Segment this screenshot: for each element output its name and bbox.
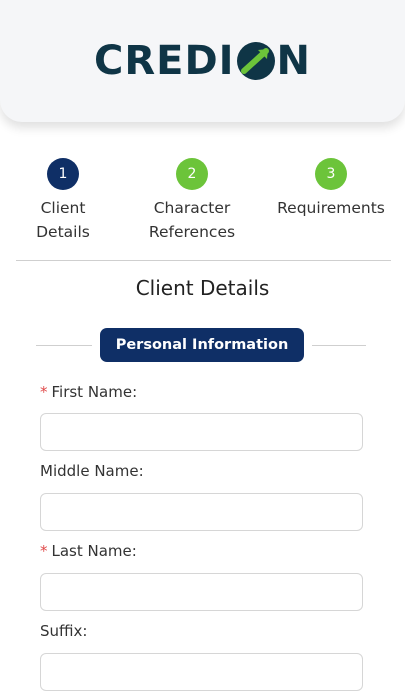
- section-divider: [16, 260, 391, 261]
- step-number: 1: [47, 158, 79, 190]
- suffix-input[interactable]: [40, 653, 363, 691]
- group-line-left: [36, 345, 92, 346]
- step-requirements[interactable]: 3 Requirements: [268, 158, 394, 220]
- group-pill-personal-information: Personal Information: [100, 328, 304, 362]
- page-title: Client Details: [135, 276, 270, 300]
- required-marker: *: [40, 383, 48, 401]
- middle-name-label: Middle Name:: [40, 462, 144, 480]
- step-client-details[interactable]: 1 Client Details: [14, 158, 112, 244]
- step-number: 2: [176, 158, 208, 190]
- o-with-arrow-icon: [236, 42, 275, 80]
- middle-name-input[interactable]: [40, 493, 363, 531]
- step-label: Requirements: [277, 199, 385, 217]
- group-line-right: [312, 345, 366, 346]
- logo-text-right: N: [276, 38, 312, 84]
- logo-text-left: CREDI: [93, 38, 235, 84]
- last-name-label-text: Last Name:: [51, 542, 137, 560]
- first-name-input[interactable]: [40, 413, 363, 451]
- step-label: Client Details: [36, 199, 90, 241]
- required-marker: *: [40, 542, 48, 560]
- step-label: Character References: [148, 199, 236, 241]
- step-character-references[interactable]: 2 Character References: [132, 158, 252, 244]
- group-header: Personal Information: [36, 328, 366, 362]
- app-header: CREDI N: [0, 0, 405, 122]
- first-name-label: * First Name:: [40, 383, 137, 401]
- credion-logo: CREDI N: [94, 38, 311, 84]
- step-number: 3: [315, 158, 347, 190]
- first-name-label-text: First Name:: [51, 383, 138, 401]
- last-name-input[interactable]: [40, 573, 363, 611]
- progress-stepper: 1 Client Details 2 Character References …: [0, 158, 405, 248]
- suffix-label: Suffix:: [40, 622, 88, 640]
- last-name-label: * Last Name:: [40, 542, 137, 560]
